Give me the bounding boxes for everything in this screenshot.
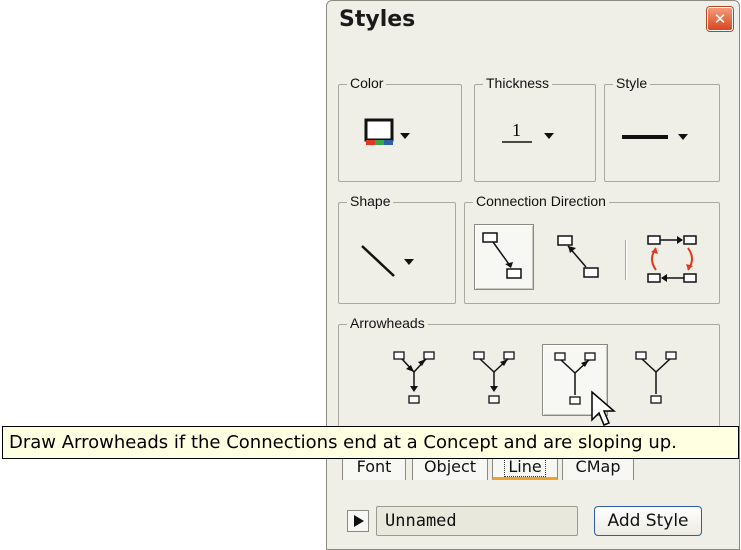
connection-forward-icon <box>482 232 522 279</box>
line-style-icon <box>622 134 688 140</box>
add-style-button[interactable]: Add Style <box>594 506 702 536</box>
arrowhead-option-icon <box>635 351 677 404</box>
tab-object[interactable]: Object <box>412 456 488 480</box>
connection-bidirectional-icon <box>647 235 697 283</box>
shape-dropdown[interactable] <box>356 236 442 284</box>
expand-button[interactable] <box>347 510 369 532</box>
tab-cmap[interactable]: CMap <box>562 456 634 480</box>
dropdown-arrow-icon <box>678 134 688 140</box>
close-button[interactable]: ✕ <box>707 7 733 31</box>
thickness-group-label: Thickness <box>483 75 553 91</box>
connection-forward-button[interactable] <box>474 224 534 290</box>
connection-backward-button[interactable] <box>548 224 608 290</box>
connection-backward-icon <box>557 235 599 278</box>
style-name-field[interactable]: Unnamed <box>376 506 578 536</box>
tab-line-label: Line <box>504 457 546 477</box>
line-style-dropdown[interactable] <box>616 114 706 160</box>
thickness-line-icon <box>502 133 554 143</box>
connection-direction-group-label: Connection Direction <box>473 193 609 209</box>
play-icon <box>354 515 364 527</box>
shape-group-label: Shape <box>347 193 394 209</box>
color-swatch-icon <box>364 118 410 145</box>
tab-object-label: Object <box>423 457 477 476</box>
mouse-cursor-icon <box>591 390 617 426</box>
style-group-label: Style <box>613 75 651 91</box>
connection-divider <box>625 240 627 280</box>
thickness-dropdown[interactable]: 1 <box>498 114 578 160</box>
arrowhead-option-icon <box>473 351 515 404</box>
tab-cmap-label: CMap <box>575 457 621 476</box>
window-title: Styles <box>339 7 416 32</box>
color-dropdown[interactable] <box>360 114 432 160</box>
arrowheads-group-label: Arrowheads <box>347 315 428 331</box>
tab-line[interactable]: Line <box>492 456 558 480</box>
shape-line-icon <box>361 245 414 277</box>
arrowhead-option-1[interactable] <box>382 344 448 414</box>
tab-font[interactable]: Font <box>342 456 406 480</box>
arrowhead-option-icon <box>393 351 435 404</box>
tooltip: Draw Arrowheads if the Connections end a… <box>2 426 739 459</box>
close-icon: ✕ <box>713 10 727 28</box>
title-bar: Styles ✕ <box>327 1 739 37</box>
dropdown-arrow-icon <box>400 133 410 139</box>
dropdown-arrow-icon <box>404 259 414 265</box>
arrowhead-option-4[interactable] <box>624 344 690 414</box>
color-group-label: Color <box>347 75 387 91</box>
dropdown-arrow-icon <box>544 133 554 139</box>
arrowhead-option-2[interactable] <box>462 344 528 414</box>
connection-bidirectional-button[interactable] <box>642 224 706 290</box>
tab-font-label: Font <box>356 457 392 476</box>
